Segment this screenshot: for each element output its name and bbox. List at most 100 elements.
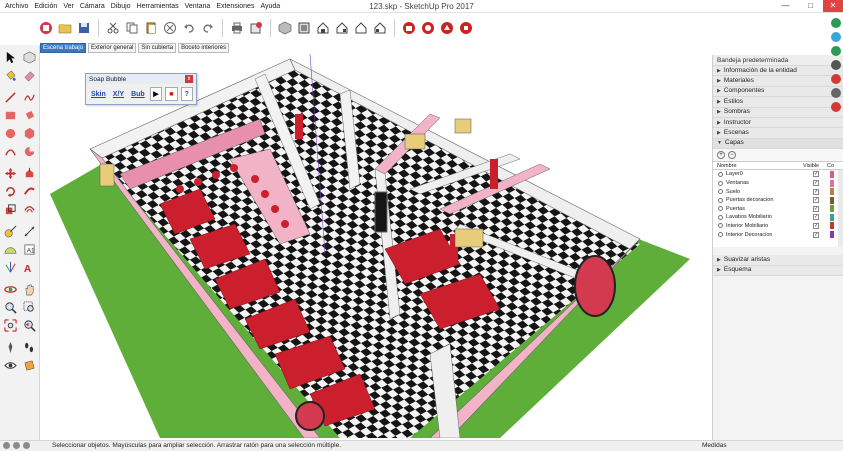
- extension-icon[interactable]: [831, 102, 841, 112]
- credits-icon[interactable]: [13, 442, 20, 449]
- active-layer-radio[interactable]: [718, 223, 723, 229]
- tray-section-styles[interactable]: ▶ Estilos: [713, 97, 843, 108]
- open-file-button[interactable]: [57, 20, 73, 36]
- select-tool[interactable]: [2, 49, 18, 65]
- position-camera-tool[interactable]: [2, 339, 18, 355]
- warehouse-button[interactable]: [401, 20, 417, 36]
- layer-row[interactable]: Layer0 ✓: [713, 170, 843, 179]
- text-tool[interactable]: A1: [21, 241, 37, 257]
- zoom-tool[interactable]: [2, 299, 18, 315]
- tray-section-entity-info[interactable]: ▶ Información de la entidad: [713, 66, 843, 77]
- share-model-button[interactable]: [439, 20, 455, 36]
- active-layer-radio[interactable]: [718, 171, 723, 177]
- view-top-button[interactable]: [296, 20, 312, 36]
- soap-help-button[interactable]: ?: [180, 87, 194, 101]
- active-layer-radio[interactable]: [718, 214, 723, 220]
- erase-button[interactable]: [162, 20, 178, 36]
- active-layer-radio[interactable]: [718, 180, 723, 186]
- view-right-button[interactable]: [334, 20, 350, 36]
- zoom-window-tool[interactable]: [21, 299, 37, 315]
- layer-color-swatch[interactable]: [830, 213, 834, 221]
- layer-color-swatch[interactable]: [830, 179, 834, 187]
- tray-section-instructor[interactable]: ▶ Instructor: [713, 117, 843, 129]
- close-button[interactable]: ✕: [823, 0, 843, 12]
- view-back-button[interactable]: [353, 20, 369, 36]
- view-front-button[interactable]: [315, 20, 331, 36]
- geolocation-icon[interactable]: [3, 442, 10, 449]
- arc-tool[interactable]: [2, 143, 18, 159]
- layer-color-swatch[interactable]: [830, 205, 834, 213]
- scene-tab-escena-trabajo[interactable]: Escena trabajo: [40, 43, 87, 53]
- extension-warehouse-button[interactable]: [420, 20, 436, 36]
- layer-visible-checkbox[interactable]: ✓: [813, 171, 819, 178]
- 3d-text-tool[interactable]: A: [21, 259, 37, 275]
- active-layer-radio[interactable]: [718, 189, 723, 195]
- circle-tool[interactable]: [2, 125, 18, 141]
- layer-visible-checkbox[interactable]: ✓: [813, 222, 819, 229]
- rotate-tool[interactable]: [2, 183, 18, 199]
- remove-layer-button[interactable]: −: [728, 151, 736, 160]
- make-component-tool[interactable]: [21, 49, 37, 65]
- layer-color-swatch[interactable]: [830, 188, 834, 196]
- pie-tool[interactable]: [21, 143, 37, 159]
- copy-button[interactable]: [124, 20, 140, 36]
- push-pull-tool[interactable]: [21, 165, 37, 181]
- help-icon[interactable]: [23, 442, 30, 449]
- previous-view-tool[interactable]: [21, 317, 37, 333]
- layers-col-visible[interactable]: Visible: [803, 162, 827, 169]
- layer-row[interactable]: Puertas decoracion ✓: [713, 196, 843, 205]
- orbit-tool[interactable]: [2, 281, 18, 297]
- microphone-icon[interactable]: [831, 18, 841, 28]
- dimension-tool[interactable]: [21, 223, 37, 239]
- layers-scrollbar[interactable]: [838, 170, 843, 248]
- layer-color-swatch[interactable]: [830, 196, 834, 204]
- rotated-rectangle-tool[interactable]: [21, 107, 37, 123]
- rectangle-tool[interactable]: [2, 107, 18, 123]
- layer-row[interactable]: Lavabos Mobiliario ✓: [713, 213, 843, 222]
- tray-section-materials[interactable]: ▶ Materiales: [713, 76, 843, 87]
- soap-bubble-close-button[interactable]: x: [185, 75, 193, 83]
- extension-icon[interactable]: [831, 74, 841, 84]
- new-file-button[interactable]: [38, 20, 54, 36]
- maximize-button[interactable]: □: [798, 0, 823, 12]
- layer-color-swatch[interactable]: [830, 231, 834, 239]
- tape-measure-tool[interactable]: [2, 223, 18, 239]
- view-iso-button[interactable]: [277, 20, 293, 36]
- line-tool[interactable]: [2, 89, 18, 105]
- freehand-tool[interactable]: [21, 89, 37, 105]
- soap-stop-button[interactable]: ■: [165, 87, 178, 101]
- add-layer-button[interactable]: +: [717, 151, 725, 160]
- redo-button[interactable]: [200, 20, 216, 36]
- layer-color-swatch[interactable]: [830, 222, 834, 230]
- layer-row[interactable]: Interior Decoracion ✓: [713, 230, 843, 239]
- layer-visible-checkbox[interactable]: ✓: [813, 205, 819, 212]
- follow-me-tool[interactable]: [21, 183, 37, 199]
- layer-row[interactable]: Interior Mobiliario ✓: [713, 222, 843, 231]
- section-plane-tool[interactable]: [21, 357, 37, 373]
- tray-section-shadows[interactable]: ▶ Sombras: [713, 107, 843, 118]
- eraser-tool[interactable]: [21, 67, 37, 83]
- tray-section-soften-edges[interactable]: ▶ Suavizar aristas: [713, 255, 843, 266]
- layer-row[interactable]: Puertas ✓: [713, 205, 843, 214]
- move-tool[interactable]: [2, 165, 18, 181]
- tray-section-components[interactable]: ▶ Componentes: [713, 86, 843, 98]
- layer-visible-checkbox[interactable]: ✓: [813, 180, 819, 187]
- active-layer-radio[interactable]: [718, 206, 723, 212]
- save-button[interactable]: [76, 20, 92, 36]
- scene-tab-sin-cubierta[interactable]: Sin cubierta: [138, 43, 177, 53]
- protractor-tool[interactable]: [2, 241, 18, 257]
- layer-visible-checkbox[interactable]: ✓: [813, 231, 819, 238]
- pen-icon[interactable]: [831, 88, 841, 98]
- offset-tool[interactable]: [21, 201, 37, 217]
- undo-button[interactable]: [181, 20, 197, 36]
- layer-row[interactable]: Suelo ✓: [713, 187, 843, 196]
- tray-section-layers[interactable]: ▼ Capas: [713, 138, 843, 150]
- layer-color-swatch[interactable]: [830, 170, 834, 178]
- scale-tool[interactable]: [2, 201, 18, 217]
- soap-xy-button[interactable]: X/Y: [111, 87, 126, 101]
- tray-section-outliner[interactable]: ▶ Esquema: [713, 265, 843, 276]
- model-viewport[interactable]: [40, 54, 711, 438]
- cut-button[interactable]: [105, 20, 121, 36]
- tray-section-scenes[interactable]: ▶ Escenas: [713, 128, 843, 139]
- soap-skin-button[interactable]: Skin: [89, 87, 108, 101]
